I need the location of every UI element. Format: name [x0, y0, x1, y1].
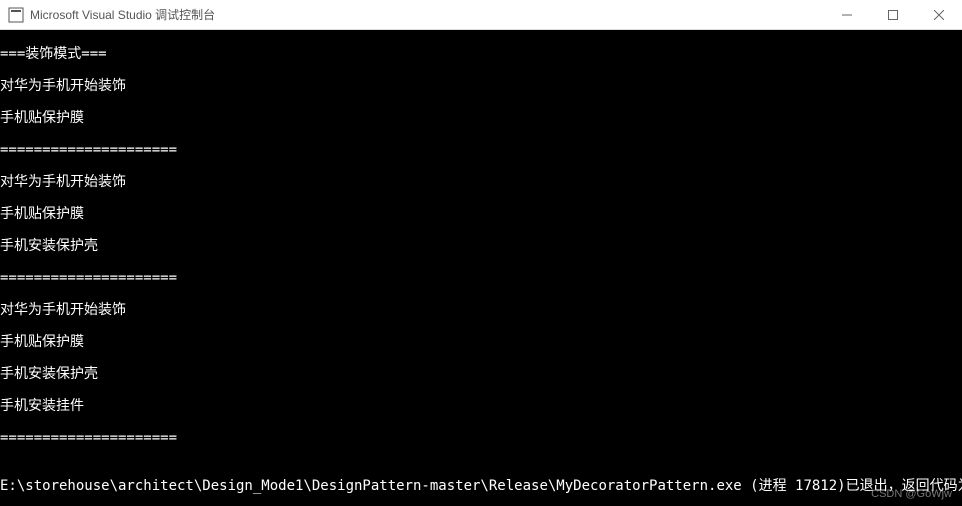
- console-line: =====================: [0, 270, 962, 286]
- watermark: CSDN @GoWjw: [871, 488, 952, 500]
- console-line: 手机安装保护壳: [0, 238, 962, 254]
- console-output[interactable]: ===装饰模式=== 对华为手机开始装饰 手机贴保护膜 ============…: [0, 30, 962, 506]
- console-line: 对华为手机开始装饰: [0, 174, 962, 190]
- console-line: 手机贴保护膜: [0, 206, 962, 222]
- console-line: ===装饰模式===: [0, 46, 962, 62]
- close-button[interactable]: [916, 0, 962, 29]
- console-line: 手机贴保护膜: [0, 110, 962, 126]
- window-title: Microsoft Visual Studio 调试控制台: [30, 6, 824, 23]
- console-line: =====================: [0, 430, 962, 446]
- maximize-button[interactable]: [870, 0, 916, 29]
- titlebar: Microsoft Visual Studio 调试控制台: [0, 0, 962, 30]
- window-controls: [824, 0, 962, 29]
- console-line: 手机安装保护壳: [0, 366, 962, 382]
- console-line: 对华为手机开始装饰: [0, 78, 962, 94]
- minimize-button[interactable]: [824, 0, 870, 29]
- console-line: E:\storehouse\architect\Design_Mode1\Des…: [0, 478, 962, 494]
- app-icon: [8, 7, 24, 23]
- console-line: 对华为手机开始装饰: [0, 302, 962, 318]
- console-line: 手机安装挂件: [0, 398, 962, 414]
- console-line: 手机贴保护膜: [0, 334, 962, 350]
- console-line: =====================: [0, 142, 962, 158]
